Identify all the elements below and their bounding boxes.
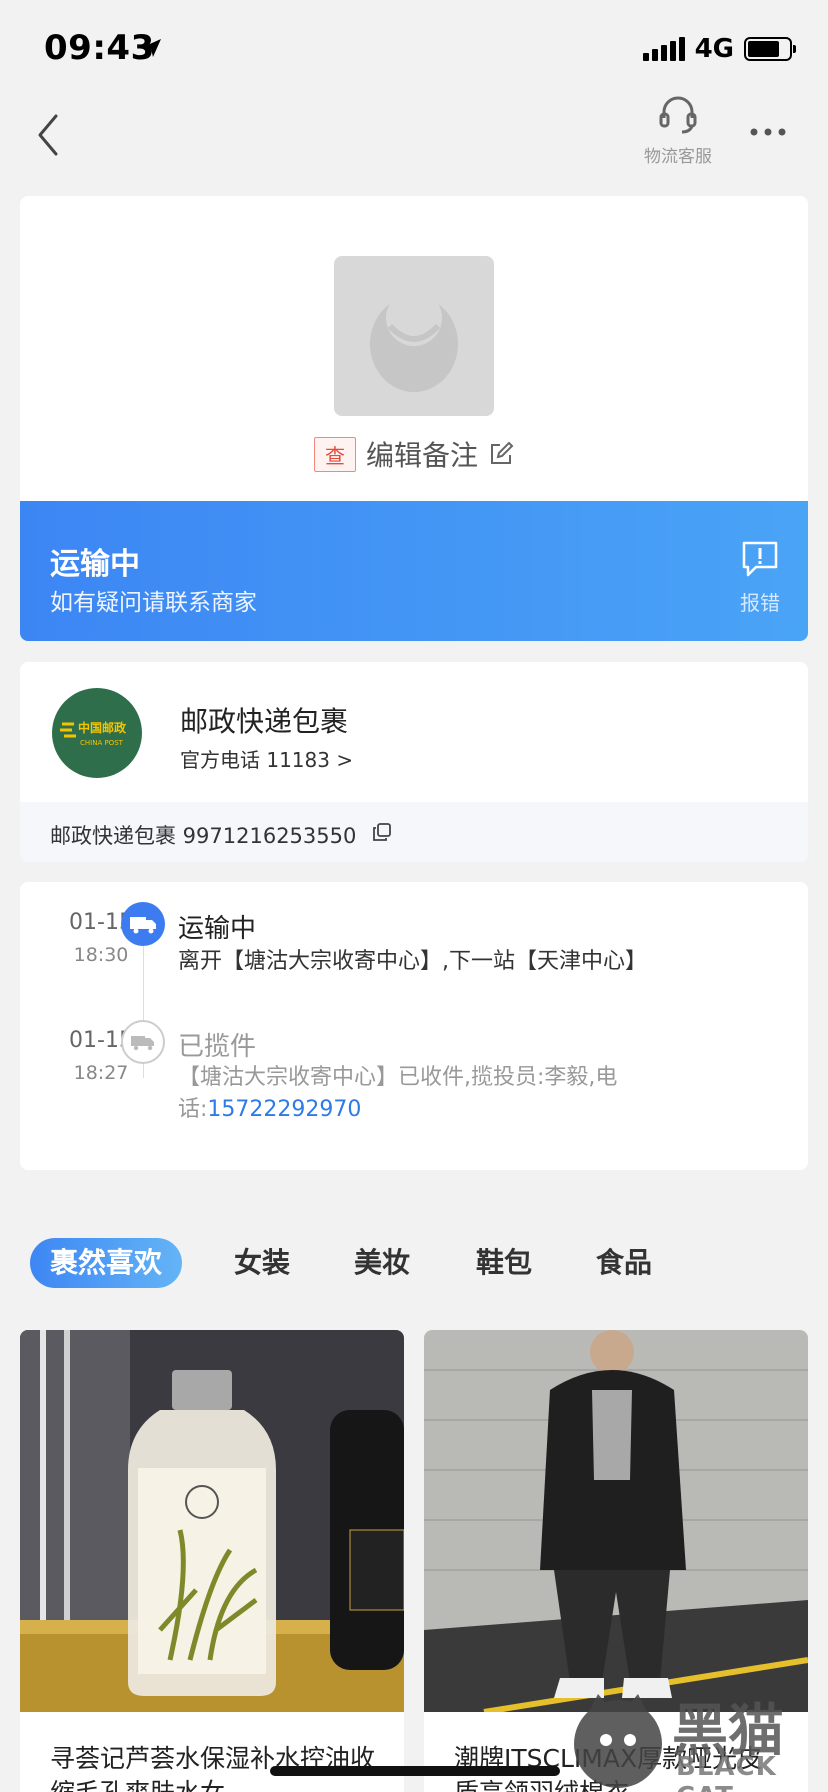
more-icon[interactable] [748, 122, 788, 142]
network-type: 4G [694, 34, 734, 64]
edit-icon[interactable] [488, 441, 514, 467]
watermark-sub: BLACK CAT [676, 1752, 777, 1792]
product-card[interactable]: 寻荟记芦荟水保湿补水控油收缩毛孔爽肤水女 [20, 1330, 404, 1792]
truck-icon [121, 902, 165, 946]
report-icon [742, 541, 778, 577]
location-arrow-icon [143, 39, 161, 57]
package-card: 查 编辑备注 运输中 如有疑问请联系商家 报错 [20, 196, 808, 641]
tab-food[interactable]: 食品 [596, 1238, 652, 1288]
product-image [20, 1330, 404, 1712]
report-error-button[interactable]: 报错 [740, 539, 780, 616]
courier-phone-link[interactable]: 15722292970 [207, 1097, 361, 1122]
status-time: 09:43 [44, 28, 155, 68]
tracking-row: 邮政快递包裹 9971216253550 [20, 802, 808, 862]
tab-shoes-bags[interactable]: 鞋包 [476, 1238, 532, 1288]
timeline-time: 18:30 [73, 944, 129, 966]
black-cat-watermark: 黑猫 BLACK CAT [558, 1684, 828, 1792]
carrier-card: 中国邮政 CHINA POST 邮政快递包裹 官方电话 11183 > 邮政快递… [20, 662, 808, 862]
timeline-title: 已揽件 [178, 1032, 257, 1062]
timeline-desc: 离开【塘沽大宗收寄中心】,下一站【天津中心】 [178, 949, 647, 974]
timeline-title: 运输中 [178, 914, 257, 944]
battery-icon [744, 37, 796, 61]
copy-icon[interactable] [372, 822, 392, 842]
package-placeholder-image [334, 256, 494, 416]
shipping-status-subtitle: 如有疑问请联系商家 [50, 590, 257, 616]
edit-remark-label[interactable]: 编辑备注 [366, 434, 478, 474]
logistics-service-button[interactable]: 物流客服 [636, 94, 720, 167]
headset-icon [659, 96, 697, 134]
carrier-name: 邮政快递包裹 [180, 705, 349, 738]
category-tabs: 裹然喜欢 女装 美妆 鞋包 食品 [0, 1238, 828, 1292]
post-logo-sub: CHINA POST [80, 739, 124, 747]
product-image [424, 1330, 808, 1712]
tracking-timeline: 01-15 18:30 运输中 离开【塘沽大宗收寄中心】,下一站【天津中心】 0… [20, 882, 808, 1170]
carrier-phone-link[interactable]: 官方电话 11183 > [180, 744, 353, 773]
timeline-desc-block: 【塘沽大宗收寄中心】已收件,揽投员:李毅,电话:15722292970 [178, 1062, 678, 1126]
shipping-status-title: 运输中 [50, 547, 140, 582]
tab-womens[interactable]: 女装 [234, 1238, 290, 1288]
tracking-number: 邮政快递包裹 9971216253550 [50, 824, 357, 848]
home-indicator [270, 1766, 560, 1776]
check-badge[interactable]: 查 [313, 436, 356, 472]
china-post-logo: 中国邮政 CHINA POST [52, 688, 142, 778]
cat-logo-icon [574, 1694, 662, 1788]
signal-icon [642, 37, 685, 61]
shipping-status-banner: 运输中 如有疑问请联系商家 报错 [20, 501, 808, 641]
report-label: 报错 [740, 591, 780, 615]
nav-bar: 物流客服 [0, 90, 828, 190]
tab-recommend[interactable]: 裹然喜欢 [30, 1238, 183, 1288]
truck-icon [121, 1020, 165, 1064]
tab-beauty[interactable]: 美妆 [354, 1238, 410, 1288]
logistics-service-label: 物流客服 [644, 147, 712, 167]
back-icon[interactable] [30, 110, 70, 160]
status-bar: 09:43 4G [0, 0, 828, 100]
post-logo-text: 中国邮政 [78, 720, 127, 735]
